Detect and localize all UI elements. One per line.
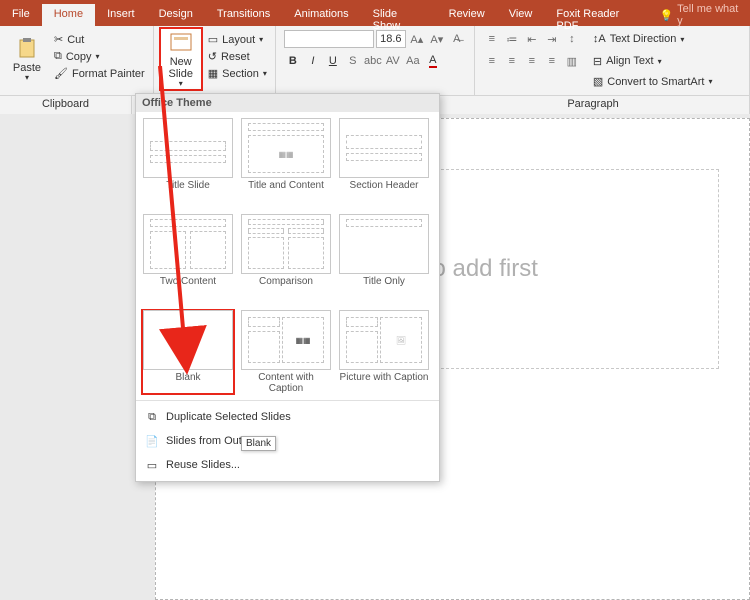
- chevron-down-icon: ▾: [179, 80, 183, 89]
- decrease-indent-button[interactable]: ⇤: [523, 30, 541, 48]
- columns-button[interactable]: ▥: [563, 52, 581, 70]
- reuse-icon: ▭: [144, 457, 160, 473]
- ribbon-tabs: File Home Insert Design Transitions Anim…: [0, 4, 750, 26]
- copy-button[interactable]: ⧉Copy▾: [52, 49, 147, 64]
- decrease-font-button[interactable]: A▾: [428, 30, 446, 48]
- tab-home[interactable]: Home: [42, 4, 95, 26]
- layout-two-content[interactable]: Two Content: [142, 214, 234, 298]
- align-center-button[interactable]: ≡: [503, 52, 521, 70]
- layout-title-only[interactable]: Title Only: [338, 214, 430, 298]
- shadow-button[interactable]: abc: [364, 52, 382, 70]
- bold-button[interactable]: B: [284, 52, 302, 70]
- tab-design[interactable]: Design: [147, 4, 205, 26]
- brush-icon: 🖌: [54, 67, 68, 80]
- line-spacing-button[interactable]: ↕: [563, 30, 581, 48]
- format-painter-button[interactable]: 🖌Format Painter: [52, 66, 147, 81]
- bullets-button[interactable]: ≡: [483, 30, 501, 48]
- reset-icon: ↺: [208, 50, 217, 63]
- layout-blank[interactable]: Blank: [142, 310, 234, 394]
- justify-button[interactable]: ≡: [543, 52, 561, 70]
- layout-title-slide[interactable]: Title Slide: [142, 118, 234, 202]
- group-paragraph: ≡ ≔ ⇤ ⇥ ↕ ↕AText Direction▾ ≡ ≡ ≡ ≡ ▥ ⊟A…: [475, 26, 750, 95]
- font-size-select[interactable]: 18.6: [376, 30, 406, 48]
- slide-thumbnail-panel[interactable]: [0, 114, 140, 600]
- outline-icon: 📄: [144, 433, 160, 449]
- tab-transitions[interactable]: Transitions: [205, 4, 282, 26]
- tab-foxit[interactable]: Foxit Reader PDF: [544, 4, 651, 26]
- new-slide-button[interactable]: New Slide ▾: [160, 28, 202, 90]
- tell-me[interactable]: 💡 Tell me what y: [651, 4, 750, 26]
- copy-icon: ⧉: [54, 50, 62, 63]
- underline-button[interactable]: U: [324, 52, 342, 70]
- gallery-header: Office Theme: [136, 94, 439, 112]
- group-clipboard: Paste ▾ ✂Cut ⧉Copy▾ 🖌Format Painter: [0, 26, 154, 95]
- align-text-icon: ⊟: [593, 55, 602, 68]
- tab-file[interactable]: File: [0, 4, 42, 26]
- new-slide-icon: [169, 30, 193, 54]
- align-right-button[interactable]: ≡: [523, 52, 541, 70]
- spacing-button[interactable]: AV: [384, 52, 402, 70]
- layout-picture-caption[interactable]: 🖼 Picture with Caption: [338, 310, 430, 394]
- align-left-button[interactable]: ≡: [483, 52, 501, 70]
- group-label-paragraph: Paragraph: [437, 96, 750, 114]
- new-slide-gallery: Office Theme Title Slide ▦▦ Title and Co…: [135, 93, 440, 482]
- tab-insert[interactable]: Insert: [95, 4, 147, 26]
- increase-font-button[interactable]: A▴: [408, 30, 426, 48]
- cut-button[interactable]: ✂Cut: [52, 32, 147, 47]
- chevron-down-icon: ▾: [25, 74, 29, 83]
- case-button[interactable]: Aa: [404, 52, 422, 70]
- clear-format-button[interactable]: A̶: [448, 30, 466, 48]
- paste-button[interactable]: Paste ▾: [6, 28, 48, 90]
- layout-comparison[interactable]: Comparison: [240, 214, 332, 298]
- italic-button[interactable]: I: [304, 52, 322, 70]
- scissors-icon: ✂: [54, 33, 63, 46]
- font-color-button[interactable]: A: [424, 52, 442, 70]
- numbering-button[interactable]: ≔: [503, 30, 521, 48]
- tab-animations[interactable]: Animations: [282, 4, 360, 26]
- align-text-button[interactable]: ⊟Align Text▾: [591, 54, 664, 69]
- section-icon: ▦: [208, 67, 218, 80]
- chevron-down-icon: ▾: [96, 52, 100, 61]
- layout-title-content[interactable]: ▦▦ Title and Content: [240, 118, 332, 202]
- tooltip-blank: Blank: [241, 436, 276, 451]
- section-button[interactable]: ▦Section▾: [206, 66, 269, 81]
- group-font: 18.6 A▴ A▾ A̶ B I U S abc AV Aa A: [276, 26, 475, 95]
- text-direction-icon: ↕A: [593, 33, 606, 45]
- layout-icon: ▭: [208, 33, 218, 46]
- duplicate-icon: ⧉: [144, 409, 160, 425]
- group-slides: New Slide ▾ ▭Layout▾ ↺Reset ▦Section▾: [154, 26, 276, 95]
- reset-button[interactable]: ↺Reset: [206, 49, 269, 64]
- slides-from-outline-menuitem[interactable]: 📄Slides from Outline...: [136, 429, 439, 453]
- lightbulb-icon: 💡: [659, 9, 673, 22]
- text-direction-button[interactable]: ↕AText Direction▾: [591, 32, 687, 46]
- tab-slideshow[interactable]: Slide Show: [361, 4, 437, 26]
- increase-indent-button[interactable]: ⇥: [543, 30, 561, 48]
- smartart-icon: ▧: [593, 75, 603, 88]
- layout-content-caption[interactable]: ▦▦ Content with Caption: [240, 310, 332, 394]
- font-family-select[interactable]: [284, 30, 374, 48]
- tab-review[interactable]: Review: [437, 4, 497, 26]
- tab-view[interactable]: View: [497, 4, 545, 26]
- convert-smartart-button[interactable]: ▧Convert to SmartArt▾: [591, 74, 715, 89]
- duplicate-slides-menuitem[interactable]: ⧉Duplicate Selected Slides: [136, 405, 439, 429]
- reuse-slides-menuitem[interactable]: ▭Reuse Slides...: [136, 453, 439, 477]
- paste-icon: [15, 36, 39, 60]
- ribbon: Paste ▾ ✂Cut ⧉Copy▾ 🖌Format Painter New …: [0, 26, 750, 96]
- layout-section-header[interactable]: Section Header: [338, 118, 430, 202]
- layout-button[interactable]: ▭Layout▾: [206, 32, 269, 47]
- group-label-clipboard: Clipboard: [0, 96, 132, 114]
- strike-button[interactable]: S: [344, 52, 362, 70]
